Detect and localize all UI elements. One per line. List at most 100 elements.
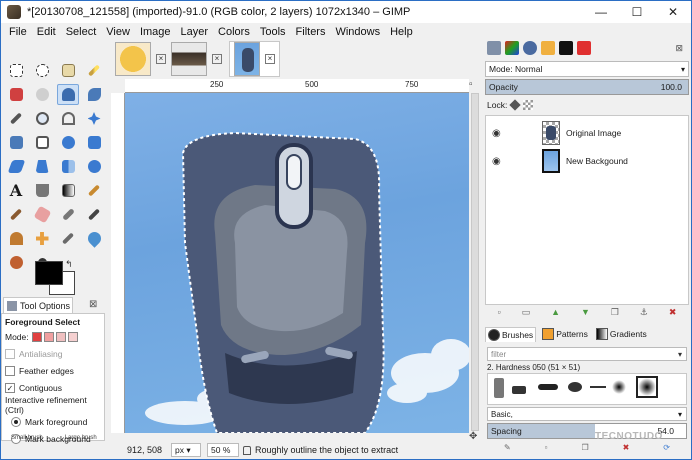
zoom-select[interactable]: 50 % bbox=[207, 443, 239, 457]
move-icon[interactable] bbox=[83, 108, 105, 129]
align-icon[interactable] bbox=[5, 132, 27, 153]
tab-close-icon[interactable]: × bbox=[156, 54, 166, 64]
airbrush-icon[interactable] bbox=[57, 204, 79, 225]
text-icon[interactable]: A bbox=[5, 180, 27, 201]
brush-preview[interactable] bbox=[494, 378, 504, 398]
brush-tab-icon[interactable] bbox=[577, 41, 591, 55]
brush-preview[interactable] bbox=[538, 384, 558, 390]
anchor-layer-icon[interactable]: ⚓ bbox=[640, 307, 648, 321]
tab-gradients[interactable]: Gradients bbox=[594, 327, 649, 341]
brush-preview[interactable] bbox=[612, 380, 626, 394]
layer-row-original[interactable]: ◉ Original Image bbox=[486, 120, 688, 146]
menu-edit[interactable]: Edit bbox=[33, 26, 62, 38]
paths-tab-icon[interactable] bbox=[523, 41, 537, 55]
scissors-select-icon[interactable] bbox=[31, 84, 53, 105]
opacity-slider[interactable]: Opacity 100.0 bbox=[485, 79, 689, 95]
foreground-color-swatch[interactable] bbox=[35, 261, 63, 285]
menu-file[interactable]: File bbox=[5, 26, 33, 38]
unit-select[interactable]: px ▾ bbox=[171, 443, 201, 457]
image-canvas[interactable] bbox=[125, 93, 469, 433]
pencil-icon[interactable] bbox=[83, 180, 105, 201]
heal-icon[interactable] bbox=[31, 228, 53, 249]
tab-close-icon[interactable]: × bbox=[212, 54, 222, 64]
edit-brush-icon[interactable]: ✎ bbox=[504, 443, 511, 455]
duplicate-brush-icon[interactable]: ❐ bbox=[581, 443, 588, 455]
perspective-icon[interactable] bbox=[31, 156, 53, 177]
menu-help[interactable]: Help bbox=[386, 26, 419, 38]
dock-close-icon[interactable]: ⊠ bbox=[675, 43, 683, 54]
feather-edges-checkbox[interactable] bbox=[5, 366, 15, 376]
measure-icon[interactable] bbox=[57, 108, 79, 129]
mode-replace-button[interactable] bbox=[31, 332, 42, 342]
antialiasing-checkbox[interactable] bbox=[5, 349, 15, 359]
eye-icon[interactable]: ◉ bbox=[492, 156, 501, 167]
brush-preview[interactable] bbox=[590, 386, 606, 388]
raise-layer-icon[interactable]: ▲ bbox=[551, 307, 560, 321]
mode-add-button[interactable] bbox=[43, 332, 54, 342]
color-picker-icon[interactable] bbox=[5, 108, 27, 129]
layers-tab-icon[interactable] bbox=[487, 41, 501, 55]
flip-icon[interactable] bbox=[57, 156, 79, 177]
rect-select-icon[interactable] bbox=[5, 60, 27, 81]
quick-mask-toggle-icon[interactable]: ▫ bbox=[469, 79, 473, 90]
brush-preset-select[interactable]: Basic, ▾ bbox=[487, 407, 687, 421]
menu-image[interactable]: Image bbox=[136, 26, 177, 38]
brush-preview[interactable] bbox=[512, 386, 526, 394]
bucket-fill-icon[interactable] bbox=[31, 180, 53, 201]
new-layer-group-icon[interactable]: ▭ bbox=[522, 307, 531, 321]
cage-transform-icon[interactable] bbox=[83, 156, 105, 177]
brush-preview-selected[interactable] bbox=[636, 376, 658, 398]
ink-icon[interactable] bbox=[83, 204, 105, 225]
menu-tools[interactable]: Tools bbox=[256, 26, 292, 38]
paintbrush-icon[interactable] bbox=[5, 204, 27, 225]
perspective-clone-icon[interactable] bbox=[57, 228, 79, 249]
horizontal-scrollbar[interactable] bbox=[125, 433, 469, 441]
clone-icon[interactable] bbox=[5, 228, 27, 249]
new-layer-icon[interactable]: ▫ bbox=[497, 307, 500, 321]
fuzzy-select-icon[interactable] bbox=[83, 60, 105, 81]
zoom-icon[interactable] bbox=[31, 108, 53, 129]
menu-view[interactable]: View bbox=[102, 26, 136, 38]
refresh-brushes-icon[interactable]: ⟳ bbox=[663, 443, 670, 455]
menu-layer[interactable]: Layer bbox=[177, 26, 215, 38]
horizontal-ruler[interactable]: 250 500 750 bbox=[125, 79, 469, 93]
channels-tab-icon[interactable] bbox=[505, 41, 519, 55]
image-tab-1[interactable]: × bbox=[115, 41, 166, 77]
crop-icon[interactable] bbox=[31, 132, 53, 153]
scrollbar-thumb[interactable] bbox=[471, 93, 479, 431]
mark-foreground-radio[interactable] bbox=[11, 417, 21, 427]
blend-icon[interactable] bbox=[57, 180, 79, 201]
tab-patterns[interactable]: Patterns bbox=[540, 327, 590, 341]
minimize-button[interactable]: — bbox=[583, 1, 619, 23]
rotate-icon[interactable] bbox=[57, 132, 79, 153]
brush-preview[interactable] bbox=[568, 382, 582, 392]
mode-intersect-button[interactable] bbox=[67, 332, 78, 342]
blur-icon[interactable] bbox=[83, 228, 105, 249]
colors-tab-icon[interactable] bbox=[559, 41, 573, 55]
ellipse-select-icon[interactable] bbox=[31, 60, 53, 81]
select-by-color-icon[interactable] bbox=[5, 84, 27, 105]
contiguous-checkbox[interactable]: ✓ bbox=[5, 383, 15, 393]
vertical-scrollbar[interactable] bbox=[469, 93, 481, 433]
image-tab-2[interactable]: × bbox=[171, 41, 222, 77]
delete-layer-icon[interactable]: ✖ bbox=[669, 307, 677, 321]
maximize-button[interactable]: ☐ bbox=[619, 1, 655, 23]
fg-bg-color-swatches[interactable]: ↰ bbox=[31, 259, 77, 297]
image-tab-active[interactable]: × bbox=[229, 41, 280, 77]
free-select-icon[interactable] bbox=[57, 60, 79, 81]
eraser-icon[interactable] bbox=[31, 204, 53, 225]
smudge-icon[interactable] bbox=[5, 252, 27, 273]
tab-brushes[interactable]: Brushes bbox=[485, 326, 537, 342]
shear-icon[interactable] bbox=[5, 156, 27, 177]
tool-options-tab[interactable]: Tool Options bbox=[3, 297, 73, 313]
brush-filter-input[interactable]: filter ▾ bbox=[487, 347, 687, 361]
menu-select[interactable]: Select bbox=[62, 26, 103, 38]
layer-row-new-background[interactable]: ◉ New Backgound bbox=[486, 148, 688, 174]
menu-windows[interactable]: Windows bbox=[331, 26, 386, 38]
brush-grid[interactable] bbox=[487, 373, 687, 405]
foreground-select-icon[interactable] bbox=[57, 84, 79, 105]
lower-layer-icon[interactable]: ▼ bbox=[581, 307, 590, 321]
lock-pixels-icon[interactable] bbox=[509, 99, 521, 111]
lock-alpha-icon[interactable] bbox=[523, 100, 534, 110]
panel-close-icon[interactable]: ⊠ bbox=[89, 299, 99, 310]
